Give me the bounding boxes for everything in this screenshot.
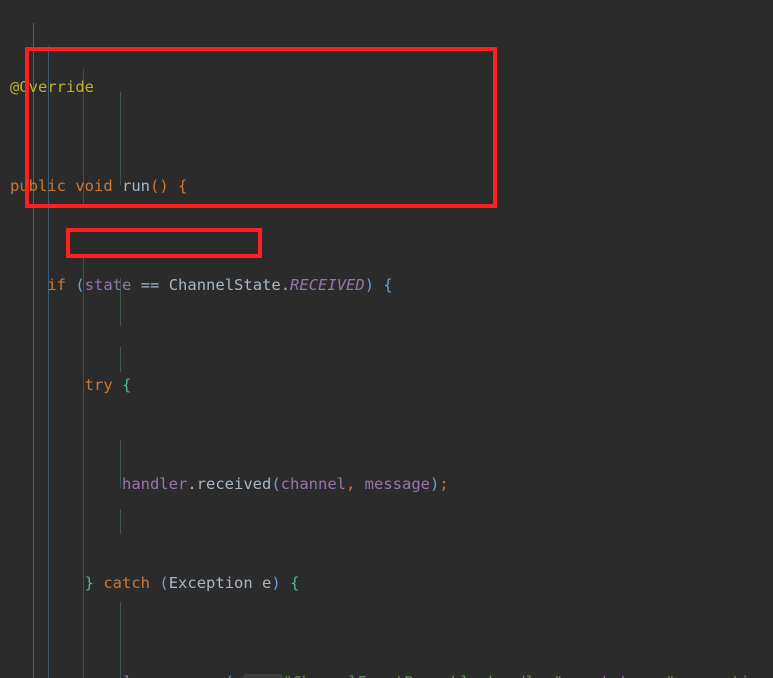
keyword-try: try — [84, 375, 113, 394]
operator-plus: + — [647, 673, 656, 678]
paren-open: ( — [271, 474, 281, 493]
param-hint-msg: msg: — [243, 674, 284, 678]
code-text-area[interactable]: @Override public void run() { if (state … — [0, 0, 773, 678]
paren-close: ) — [271, 573, 281, 592]
comma: , — [345, 474, 356, 493]
var-handler: handler — [121, 474, 188, 493]
keyword-void: void — [75, 177, 113, 196]
paren-open: ( — [225, 673, 234, 678]
code-line[interactable]: try { — [0, 374, 773, 397]
operator-equals: == — [140, 276, 160, 295]
semicolon: ; — [439, 474, 449, 493]
var-state: state — [84, 276, 132, 295]
method-warn: warn — [187, 673, 224, 678]
code-editor[interactable]: @Override public void run() { if (state … — [0, 0, 773, 678]
paren-close: ) — [430, 474, 440, 493]
operator-plus: + — [572, 673, 581, 678]
paren: () — [150, 177, 169, 196]
brace-open: { — [383, 276, 393, 295]
method-run: run — [122, 177, 151, 196]
code-line[interactable]: if (state == ChannelState.RECEIVED) { — [0, 274, 773, 297]
code-line[interactable]: @Override — [0, 76, 773, 99]
brace-close: } — [84, 573, 94, 592]
const-received: RECEIVED — [290, 276, 365, 295]
paren-close: ) — [364, 276, 375, 295]
annotation-override: @Override — [10, 78, 94, 96]
type-exception: Exception — [168, 573, 253, 592]
var-message: message — [364, 474, 430, 493]
keyword-catch: catch — [103, 573, 151, 592]
var-e: e — [262, 573, 272, 592]
paren-open: ( — [75, 276, 85, 295]
dot: . — [178, 673, 187, 678]
code-line[interactable]: logger.warn( msg:"ChannelEventRunnable h… — [0, 671, 773, 678]
dot: . — [187, 474, 197, 493]
code-line[interactable]: } catch (Exception e) { — [0, 572, 773, 595]
paren-open: ( — [159, 573, 169, 592]
code-line[interactable]: public void run() { — [0, 175, 773, 198]
keyword-public: public — [10, 177, 66, 196]
type-channelstate: ChannelState — [168, 276, 281, 295]
brace-open: { — [178, 177, 188, 196]
string-prefix: "ChannelEventRunnable handle " — [283, 673, 563, 678]
brace-open: { — [122, 375, 132, 394]
var-channel: channel — [280, 474, 346, 493]
var-logger: logger — [122, 673, 178, 678]
string-operation-err: " operation err — [666, 673, 773, 678]
method-received: received — [196, 474, 272, 493]
var-state: state — [591, 673, 638, 678]
keyword-if: if — [47, 276, 66, 295]
dot: . — [280, 276, 291, 295]
code-line[interactable]: handler.received(channel, message); — [0, 473, 773, 496]
brace-open: { — [290, 573, 300, 592]
